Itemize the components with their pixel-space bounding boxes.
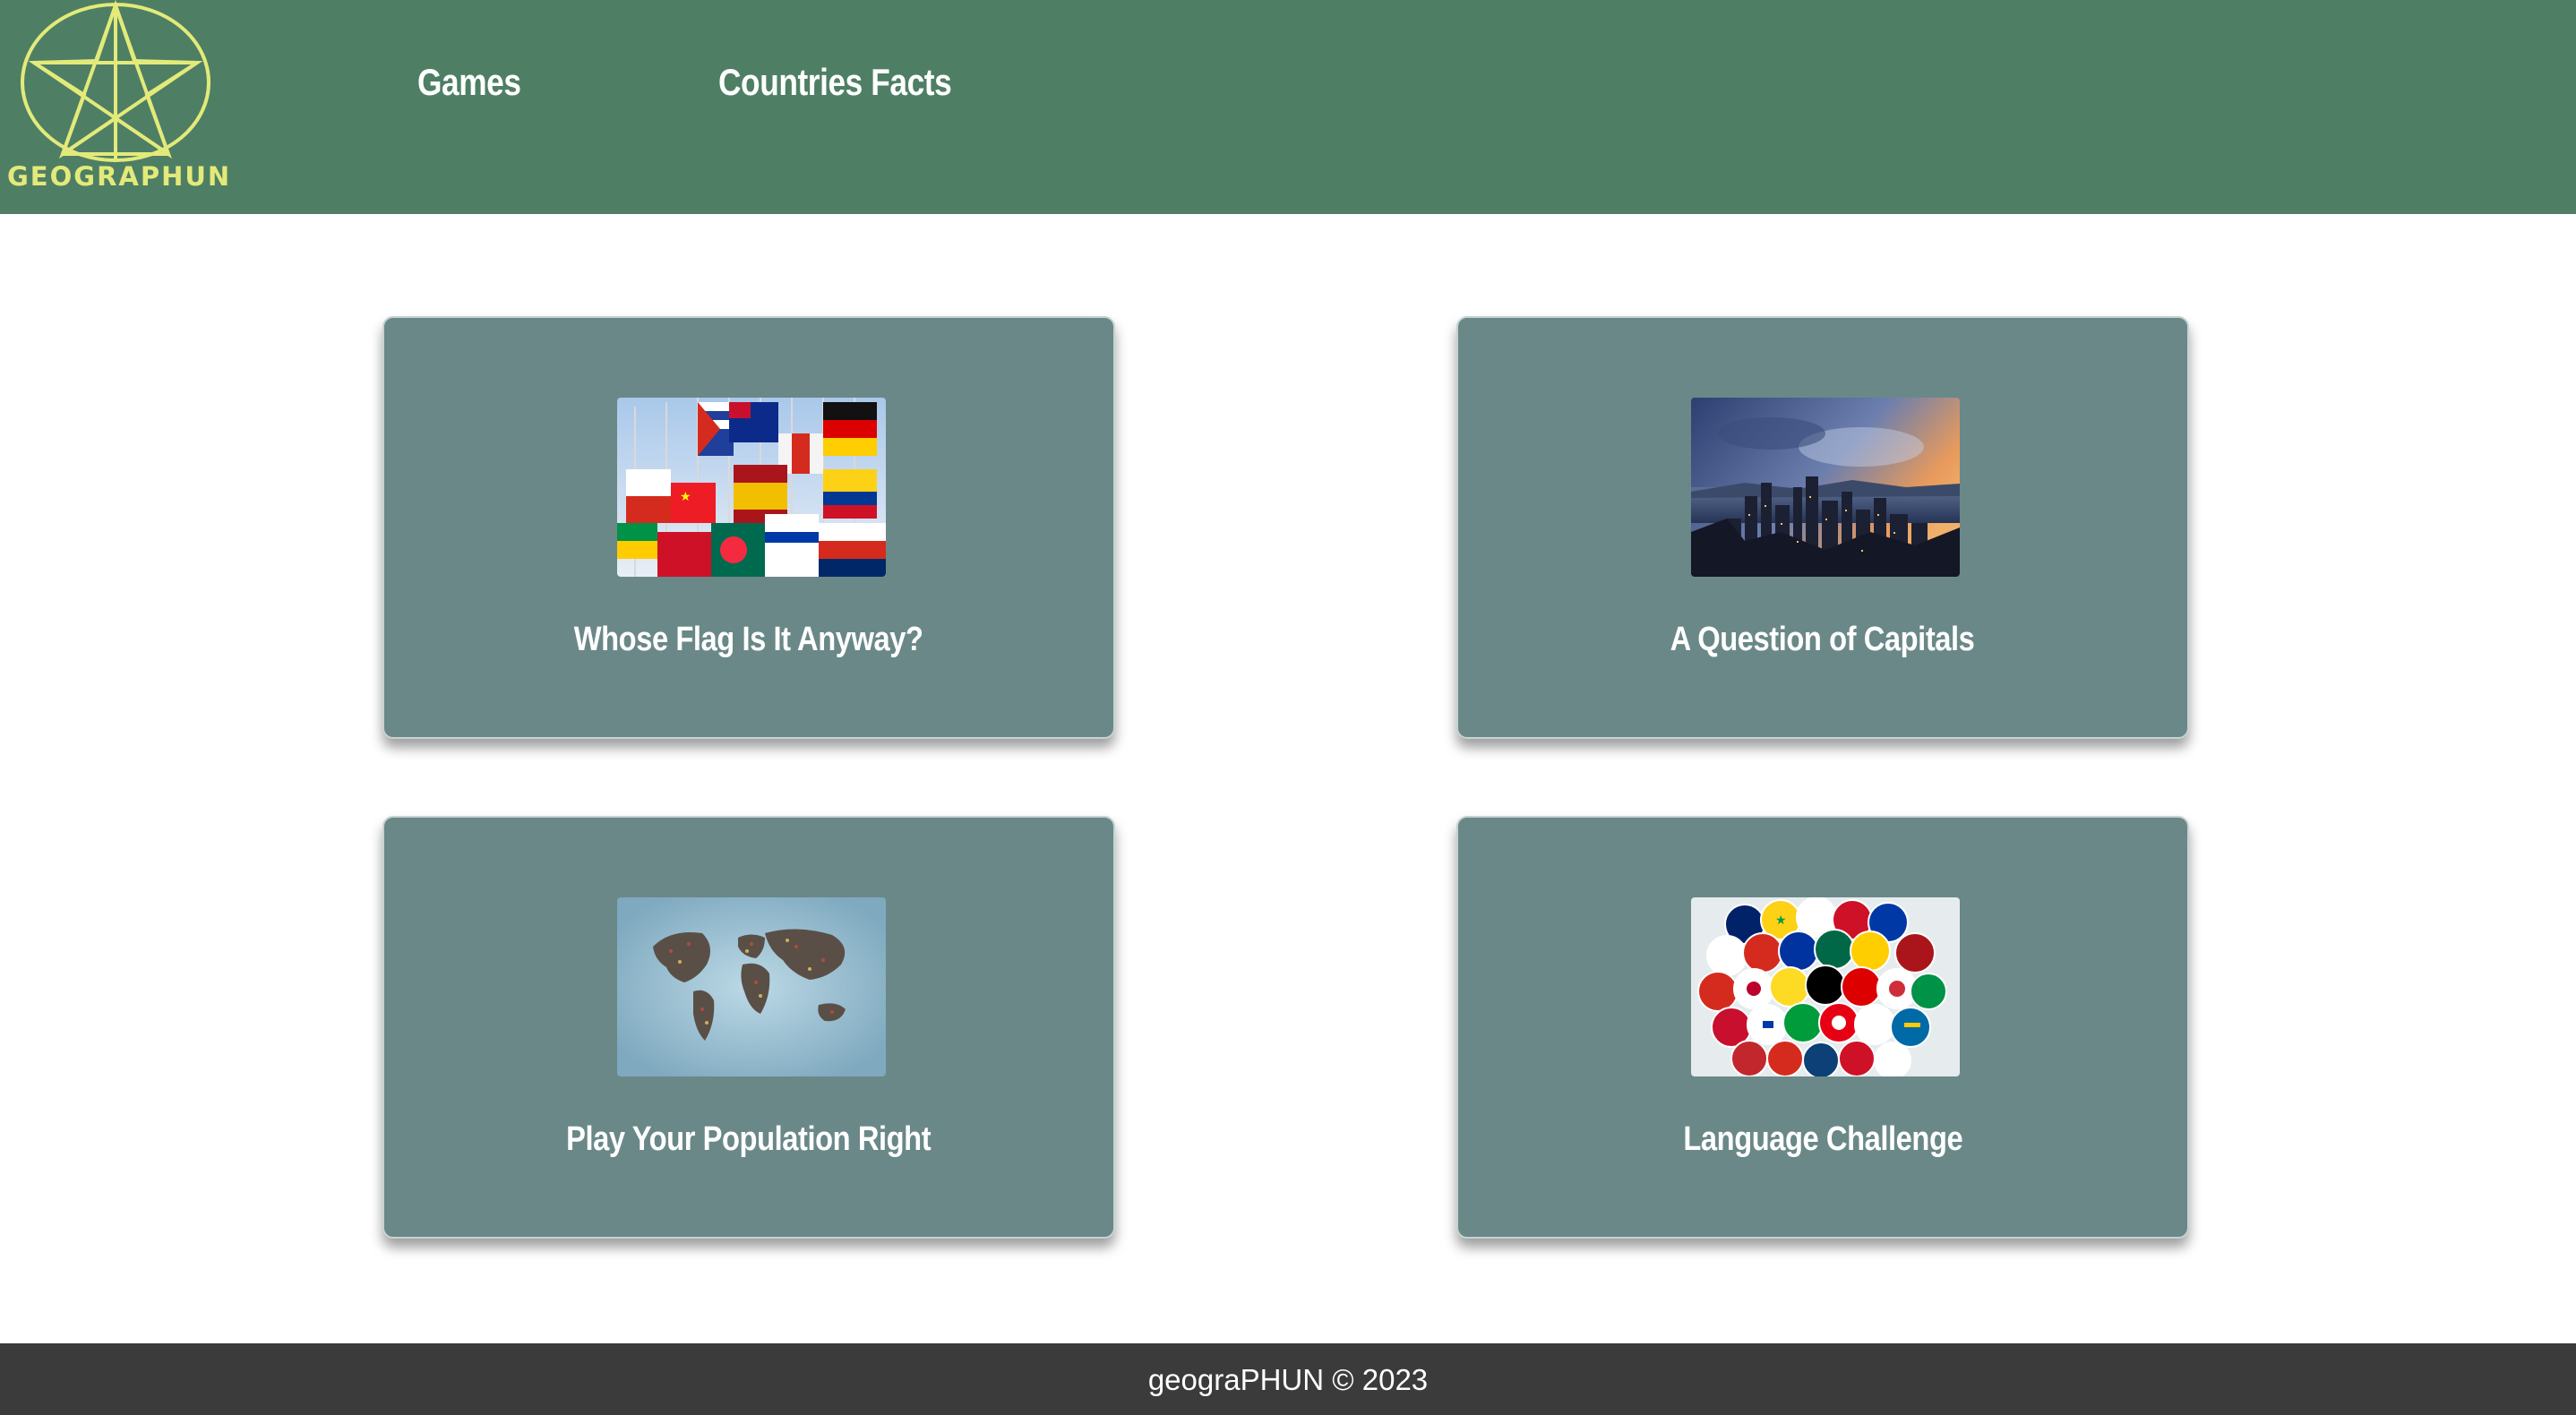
city-skyline-image <box>1691 398 1960 577</box>
card-title: A Question of Capitals <box>1670 621 1975 658</box>
flags-image: ★ <box>617 398 886 577</box>
nav-countries-facts-link[interactable]: Countries Facts <box>718 61 952 104</box>
card-title: Whose Flag Is It Anyway? <box>574 621 923 658</box>
card-title: Language Challenge <box>1683 1120 1962 1158</box>
logo[interactable]: GEOGRAPHUN <box>7 0 232 199</box>
site-footer: geograPHUN © 2023 <box>0 1343 2576 1415</box>
card-title: Play Your Population Right <box>566 1120 932 1158</box>
logo-text: GEOGRAPHUN <box>7 161 232 192</box>
game-card-flags[interactable]: ★ Whose Flag Is It Anyway? <box>382 316 1115 739</box>
game-card-population[interactable]: Play Your Population Right <box>382 816 1115 1239</box>
footer-copyright: geograPHUN © 2023 <box>1147 1363 1429 1396</box>
svg-text:★: ★ <box>1775 913 1787 927</box>
world-map-people-image <box>617 897 886 1076</box>
nav-games-link[interactable]: Games <box>417 61 521 104</box>
site-header: GEOGRAPHUN Games Countries Facts <box>0 0 2576 214</box>
game-card-capitals[interactable]: A Question of Capitals <box>1456 316 2189 739</box>
svg-text:★: ★ <box>680 489 691 503</box>
game-card-language[interactable]: ★ Language Challenge <box>1456 816 2189 1239</box>
round-flags-image: ★ <box>1691 897 1960 1076</box>
star-compass-icon <box>21 0 210 162</box>
